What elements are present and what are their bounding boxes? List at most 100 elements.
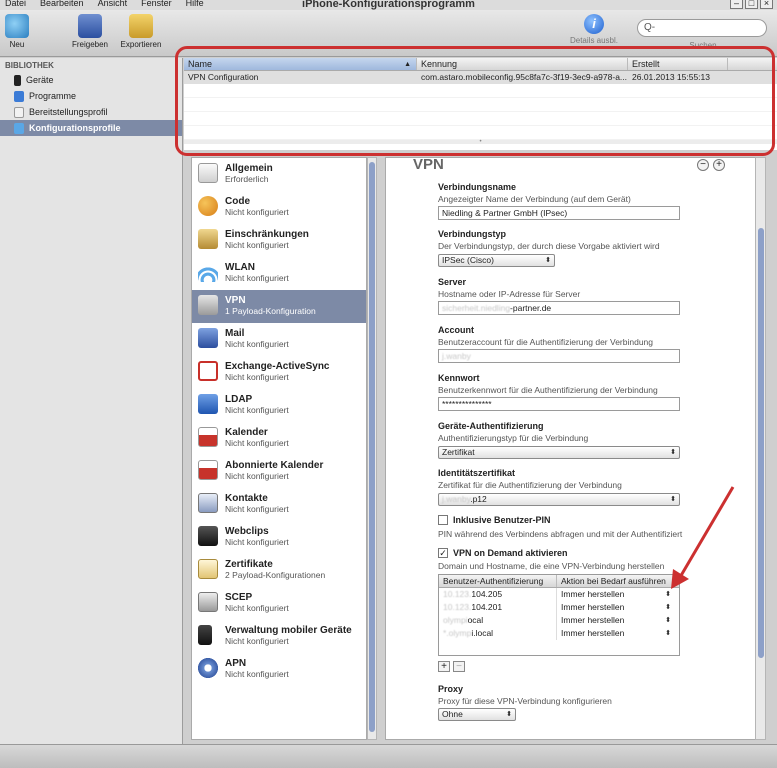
device-auth-select[interactable]: Zertifikat ⬍ — [438, 446, 680, 459]
payload-item-exchange[interactable]: Exchange-ActiveSync Nicht konfiguriert — [192, 356, 366, 389]
password-label: Kennwort — [438, 373, 480, 383]
proxy-label: Proxy — [438, 684, 464, 694]
action-value[interactable]: Immer herstellen — [561, 589, 624, 599]
detail-scrollbar[interactable] — [755, 157, 766, 740]
add-payload-button[interactable]: + — [713, 159, 725, 171]
payload-list: Allgemein Erforderlich Code Nicht konfigur… — [191, 157, 367, 740]
details-label: Details ausbl. — [569, 36, 619, 45]
table-row[interactable]: *.olympi.local Immer herstellen ⬍ — [439, 627, 679, 640]
chevron-updown-icon: ⬍ — [506, 711, 512, 718]
chevron-updown-icon: ⬍ — [665, 630, 671, 637]
payload-subtitle: Nicht konfiguriert — [225, 603, 289, 613]
table-row[interactable]: 10.123.104.205 Immer herstellen ⬍ — [439, 588, 679, 601]
column-id[interactable]: Kennung — [417, 58, 628, 70]
table-row-empty — [184, 84, 777, 98]
server-input[interactable]: sicherheit.niedling-partner.de — [438, 301, 680, 315]
payload-subtitle: Nicht konfiguriert — [225, 273, 289, 283]
payload-item-general[interactable]: Allgemein Erforderlich — [192, 158, 366, 191]
search-input[interactable]: Q- — [637, 19, 767, 37]
table-row[interactable]: 10.123.104.201 Immer herstellen ⬍ — [439, 601, 679, 614]
column-user-auth[interactable]: Benutzer-Authentifizierung — [439, 575, 557, 587]
table-row[interactable]: VPN Configuration com.astaro.mobileconfi… — [184, 71, 777, 84]
scroll-thumb[interactable] — [758, 228, 764, 658]
export-label: Exportieren — [120, 40, 162, 49]
split-handle[interactable]: • — [184, 139, 777, 145]
payload-subtitle: Nicht konfiguriert — [225, 405, 289, 415]
connection-type-select[interactable]: IPSec (Cisco) ⬍ — [438, 254, 555, 267]
remove-payload-button[interactable]: − — [697, 159, 709, 171]
add-rule-button[interactable]: + — [438, 661, 450, 672]
payload-item-subscribed-calendar[interactable]: Abonnierte Kalender Nicht konfiguriert — [192, 455, 366, 488]
sidebar-item-provisioning[interactable]: Bereitstellungsprofil — [0, 104, 182, 120]
contacts-icon — [198, 493, 218, 513]
payload-item-vpn[interactable]: VPN 1 Payload-Konfiguration — [192, 290, 366, 323]
sidebar-item-config-profiles[interactable]: Konfigurationsprofile — [0, 120, 182, 136]
payload-subtitle: 1 Payload-Konfiguration — [225, 306, 316, 316]
server-label: Server — [438, 277, 467, 287]
new-button[interactable]: Neu — [4, 14, 30, 49]
toggle-details-button[interactable]: i Details ausbl. — [566, 14, 622, 45]
column-created[interactable]: Erstellt — [628, 58, 728, 70]
table-row[interactable]: olympiocal Immer herstellen ⬍ — [439, 614, 679, 627]
payload-subtitle: Nicht konfiguriert — [225, 537, 289, 547]
device-auth-value: Zertifikat — [442, 447, 475, 457]
identity-cert-label: Identitätszertifikat — [438, 468, 516, 478]
payload-subtitle: Nicht konfiguriert — [225, 504, 289, 514]
action-value[interactable]: Immer herstellen — [561, 628, 624, 638]
host-value: i.local — [471, 628, 494, 638]
payload-item-apn[interactable]: APN Nicht konfiguriert — [192, 653, 366, 686]
maximize-button[interactable]: □ — [745, 0, 758, 9]
toolbar: Neu Freigeben Exportieren i Details ausb… — [0, 10, 777, 57]
password-input[interactable]: *************** — [438, 397, 680, 411]
payload-title: WLAN — [225, 262, 255, 273]
payload-item-scep[interactable]: SCEP Nicht konfiguriert — [192, 587, 366, 620]
user-pin-checkbox[interactable] — [438, 515, 448, 525]
payload-item-mdm[interactable]: Verwaltung mobiler Geräte Nicht konfiguri… — [192, 620, 366, 653]
sidebar-item-apps[interactable]: Programme — [0, 88, 182, 104]
payload-item-webclips[interactable]: Webclips Nicht konfiguriert — [192, 521, 366, 554]
vpn-on-demand-checkbox[interactable]: ✓ — [438, 548, 448, 558]
minimize-button[interactable]: – — [730, 0, 743, 9]
user-pin-label: Inklusive Benutzer-PIN — [453, 515, 551, 525]
sidebar-item-label: Bereitstellungsprofil — [29, 107, 108, 117]
chevron-updown-icon: ⬍ — [665, 604, 671, 611]
share-icon — [78, 14, 102, 38]
proxy-select[interactable]: Ohne ⬍ — [438, 708, 516, 721]
new-profile-icon — [5, 14, 29, 38]
payload-item-restrictions[interactable]: Einschränkungen Nicht konfiguriert — [192, 224, 366, 257]
sidebar-item-devices[interactable]: Geräte — [0, 72, 182, 88]
remove-rule-button[interactable]: − — [453, 661, 465, 672]
payload-title: LDAP — [225, 394, 253, 405]
connection-name-input[interactable]: Niedling & Partner GmbH (IPsec) — [438, 206, 680, 220]
device-icon — [14, 74, 21, 86]
sidebar-item-label: Programme — [29, 91, 77, 101]
payload-item-certificates[interactable]: Zertifikate 2 Payload-Konfigurationen — [192, 554, 366, 587]
payload-list-scrollbar[interactable] — [367, 157, 377, 740]
payload-item-passcode[interactable]: Code Nicht konfiguriert — [192, 191, 366, 224]
library-header: BIBLIOTHEK — [5, 61, 54, 70]
payload-title: Allgemein — [225, 163, 273, 174]
scroll-thumb[interactable] — [369, 162, 375, 732]
host-value: 104.201 — [471, 602, 503, 612]
export-button[interactable]: Exportieren — [118, 14, 164, 49]
column-name[interactable]: Name ▲ — [184, 58, 417, 70]
payload-item-calendar[interactable]: Kalender Nicht konfiguriert — [192, 422, 366, 455]
payload-title: Verwaltung mobiler Geräte — [225, 625, 352, 636]
info-icon: i — [584, 14, 604, 34]
payload-subtitle: Erforderlich — [225, 174, 269, 184]
payload-item-wifi[interactable]: WLAN Nicht konfiguriert — [192, 257, 366, 290]
share-button[interactable]: Freigeben — [70, 14, 110, 49]
payload-item-mail[interactable]: Mail Nicht konfiguriert — [192, 323, 366, 356]
on-demand-table: Benutzer-Authentifizierung Aktion bei Be… — [438, 574, 680, 656]
identity-cert-select[interactable]: j.wanby.p12 ⬍ — [438, 493, 680, 506]
host-value: 104.205 — [471, 589, 503, 599]
connection-type-desc: Der Verbindungstyp, der durch diese Vorg… — [438, 241, 660, 251]
column-action[interactable]: Aktion bei Bedarf ausführen — [557, 575, 666, 587]
payload-item-ldap[interactable]: LDAP Nicht konfiguriert — [192, 389, 366, 422]
action-value[interactable]: Immer herstellen — [561, 602, 624, 612]
column-label: Name — [188, 59, 213, 69]
payload-item-contacts[interactable]: Kontakte Nicht konfiguriert — [192, 488, 366, 521]
action-value[interactable]: Immer herstellen — [561, 615, 624, 625]
close-button[interactable]: × — [760, 0, 773, 9]
account-input[interactable]: j.wanby — [438, 349, 680, 363]
